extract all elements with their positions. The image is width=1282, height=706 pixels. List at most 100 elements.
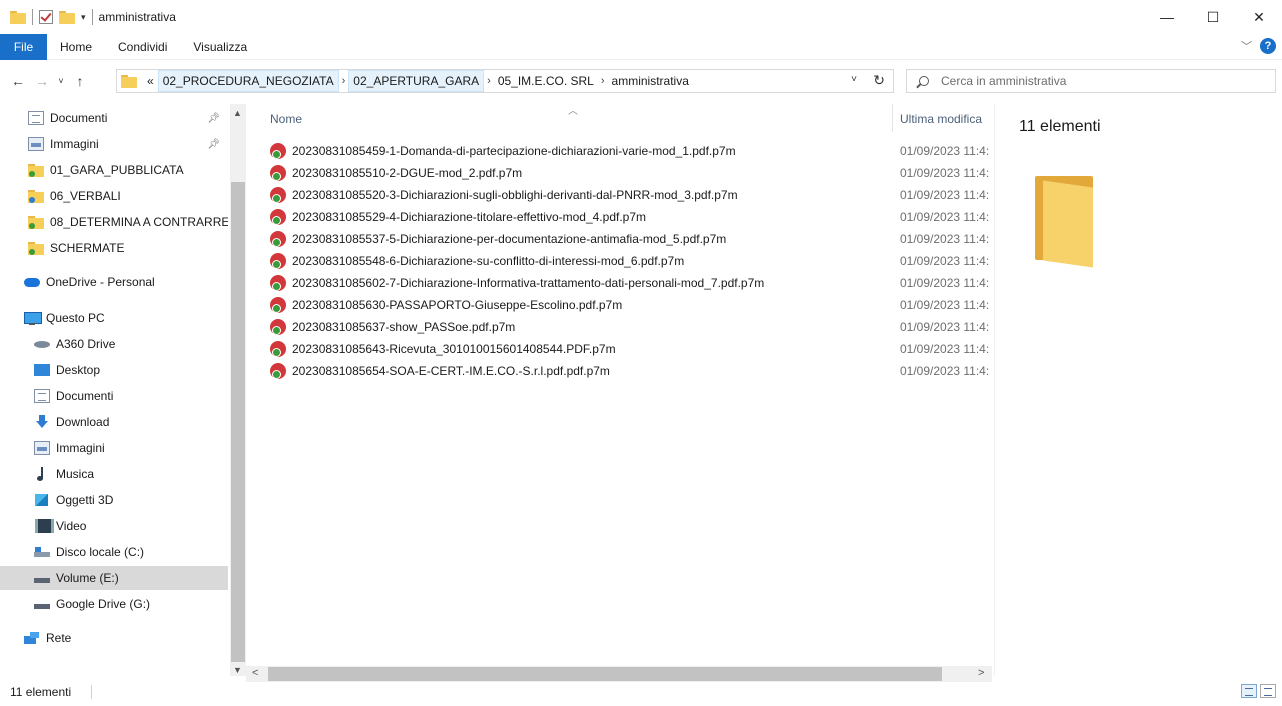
up-icon[interactable]: ↑ <box>68 73 92 89</box>
signed-pdf-icon <box>270 319 286 335</box>
search-box[interactable] <box>906 69 1276 93</box>
table-row[interactable]: 20230831085459-1-Domanda-di-partecipazio… <box>246 140 992 162</box>
table-row[interactable]: 20230831085643-Ricevuta_3010100156014085… <box>246 338 992 360</box>
breadcrumb-item[interactable]: 05_IM.E.CO. SRL <box>494 71 598 91</box>
window-controls: — ☐ ✕ <box>1144 0 1282 34</box>
sidebar-item-onedrive[interactable]: OneDrive - Personal <box>0 270 228 294</box>
scroll-down-icon[interactable]: ▼ <box>233 665 242 675</box>
signed-pdf-icon <box>270 187 286 203</box>
sidebar-item-disco-locale[interactable]: Disco locale (C:) <box>0 540 228 564</box>
recent-locations-icon[interactable]: ˅ <box>54 76 68 86</box>
drive-icon <box>34 597 50 611</box>
sidebar-item-download[interactable]: Download <box>0 410 228 434</box>
pin-icon[interactable]: 📌︎ <box>207 139 220 150</box>
sidebar-item-06-verbali[interactable]: 06_VERBALI <box>0 184 228 208</box>
properties-icon[interactable] <box>39 10 53 24</box>
pin-icon[interactable]: 📌︎ <box>207 113 220 124</box>
large-icons-view-icon[interactable] <box>1260 684 1276 698</box>
search-icon <box>919 76 929 86</box>
quick-access-toolbar: ▾ <box>0 9 93 25</box>
table-row[interactable]: 20230831085654-SOA-E-CERT.-IM.E.CO.-S.r.… <box>246 360 992 382</box>
sidebar-item-documenti-quick[interactable]: Documenti 📌︎ <box>0 106 228 130</box>
folder-icon <box>10 10 26 24</box>
customize-toolbar-icon[interactable]: ▾ <box>81 12 86 23</box>
tab-home[interactable]: Home <box>47 40 105 54</box>
tab-share[interactable]: Condividi <box>105 40 180 54</box>
sidebar-item-rete[interactable]: Rete <box>0 626 228 650</box>
ribbon-tabs: File Home Condividi Visualizza ﹀ ? <box>0 33 1282 60</box>
column-modified[interactable]: Ultima modifica <box>900 112 992 126</box>
sidebar-item-documenti[interactable]: Documenti <box>0 384 228 408</box>
nav-scrollbar-thumb[interactable] <box>231 182 245 662</box>
table-row[interactable]: 20230831085630-PASSAPORTO-Giuseppe-Escol… <box>246 294 992 316</box>
tab-view[interactable]: Visualizza <box>180 40 260 54</box>
breadcrumb: « 02_PROCEDURA_NEGOZIATA › 02_APERTURA_G… <box>143 70 693 92</box>
close-button[interactable]: ✕ <box>1236 0 1282 34</box>
nav-scrollbar[interactable]: ▲ ▼ <box>230 104 246 676</box>
table-row[interactable]: 20230831085520-3-Dichiarazioni-sugli-obb… <box>246 184 992 206</box>
file-list: ︿ Nome Ultima modifica 20230831085459-1-… <box>246 104 994 688</box>
drive-icon <box>34 571 50 585</box>
search-input[interactable] <box>941 74 1261 88</box>
folder-sync-icon <box>28 215 44 229</box>
sidebar-item-desktop[interactable]: Desktop <box>0 358 228 382</box>
forward-icon[interactable]: → <box>30 73 54 89</box>
folder-sync-icon <box>28 163 44 177</box>
sidebar-item-musica[interactable]: Musica <box>0 462 228 486</box>
expand-ribbon-icon[interactable]: ﹀ <box>1241 38 1252 54</box>
table-row[interactable]: 20230831085529-4-Dichiarazione-titolare-… <box>246 206 992 228</box>
address-bar[interactable]: « 02_PROCEDURA_NEGOZIATA › 02_APERTURA_G… <box>116 69 894 93</box>
table-row[interactable]: 20230831085510-2-DGUE-mod_2.pdf.p7m 01/09… <box>246 162 992 184</box>
pictures-icon <box>28 137 44 151</box>
breadcrumb-overflow[interactable]: « <box>143 71 158 91</box>
folder-icon <box>121 74 137 88</box>
sidebar-item-immagini[interactable]: Immagini <box>0 436 228 460</box>
table-row[interactable]: 20230831085537-5-Dichiarazione-per-docum… <box>246 228 992 250</box>
details-view-icon[interactable] <box>1241 684 1257 698</box>
sidebar-item-08-determina[interactable]: 08_DETERMINA A CONTRARRE <box>0 210 228 234</box>
back-icon[interactable]: ← <box>6 73 30 89</box>
computer-icon <box>24 311 42 325</box>
details-pane: 11 elementi <box>994 104 1282 676</box>
desktop-icon <box>34 363 50 377</box>
maximize-button[interactable]: ☐ <box>1190 0 1236 34</box>
sidebar-item-oggetti-3d[interactable]: Oggetti 3D <box>0 488 228 512</box>
column-name[interactable]: Nome <box>270 112 302 126</box>
new-folder-icon[interactable] <box>59 10 75 24</box>
3d-objects-icon <box>34 493 50 507</box>
onedrive-icon <box>24 275 40 289</box>
table-row[interactable]: 20230831085602-7-Dichiarazione-Informati… <box>246 272 992 294</box>
sidebar-item-questo-pc[interactable]: Questo PC <box>0 306 228 330</box>
refresh-icon[interactable]: ↻ <box>873 72 885 89</box>
signed-pdf-icon <box>270 253 286 269</box>
title-bar: ▾ amministrativa — ☐ ✕ <box>0 0 1282 34</box>
navigation-bar: ← → ˅ ↑ « 02_PROCEDURA_NEGOZIATA › 02_AP… <box>0 66 1282 96</box>
sidebar-item-volume-e[interactable]: Volume (E:) <box>0 566 228 590</box>
chevron-right-icon[interactable]: › <box>484 75 494 87</box>
folder-sync-icon <box>28 241 44 255</box>
table-row[interactable]: 20230831085637-show_PASSoe.pdf.p7m 01/09/… <box>246 316 992 338</box>
signed-pdf-icon <box>270 363 286 379</box>
sidebar-item-01-gara-pubblicata[interactable]: 01_GARA_PUBBLICATA <box>0 158 228 182</box>
table-row[interactable]: 20230831085548-6-Dichiarazione-su-confli… <box>246 250 992 272</box>
pictures-icon <box>34 441 50 455</box>
breadcrumb-item[interactable]: amministrativa <box>608 71 693 91</box>
tab-file[interactable]: File <box>0 33 47 60</box>
help-icon[interactable]: ? <box>1260 38 1276 54</box>
minimize-button[interactable]: — <box>1144 0 1190 34</box>
sidebar-item-a360-drive[interactable]: A360 Drive <box>0 332 228 356</box>
sidebar-item-immagini-quick[interactable]: Immagini 📌︎ <box>0 132 228 156</box>
status-item-count: 11 elementi <box>10 685 72 699</box>
scroll-up-icon[interactable]: ▲ <box>233 108 242 118</box>
breadcrumb-item[interactable]: 02_APERTURA_GARA <box>348 70 485 92</box>
sidebar-item-schermate[interactable]: SCHERMATE <box>0 236 228 260</box>
status-bar: 11 elementi <box>0 676 1282 706</box>
chevron-down-icon[interactable]: ˅ <box>851 74 857 85</box>
chevron-right-icon[interactable]: › <box>598 75 608 87</box>
chevron-right-icon[interactable]: › <box>339 75 349 87</box>
signed-pdf-icon <box>270 143 286 159</box>
breadcrumb-item[interactable]: 02_PROCEDURA_NEGOZIATA <box>157 70 339 92</box>
network-icon <box>24 631 40 645</box>
sidebar-item-video[interactable]: Video <box>0 514 228 538</box>
sidebar-item-google-drive[interactable]: Google Drive (G:) <box>0 592 228 616</box>
